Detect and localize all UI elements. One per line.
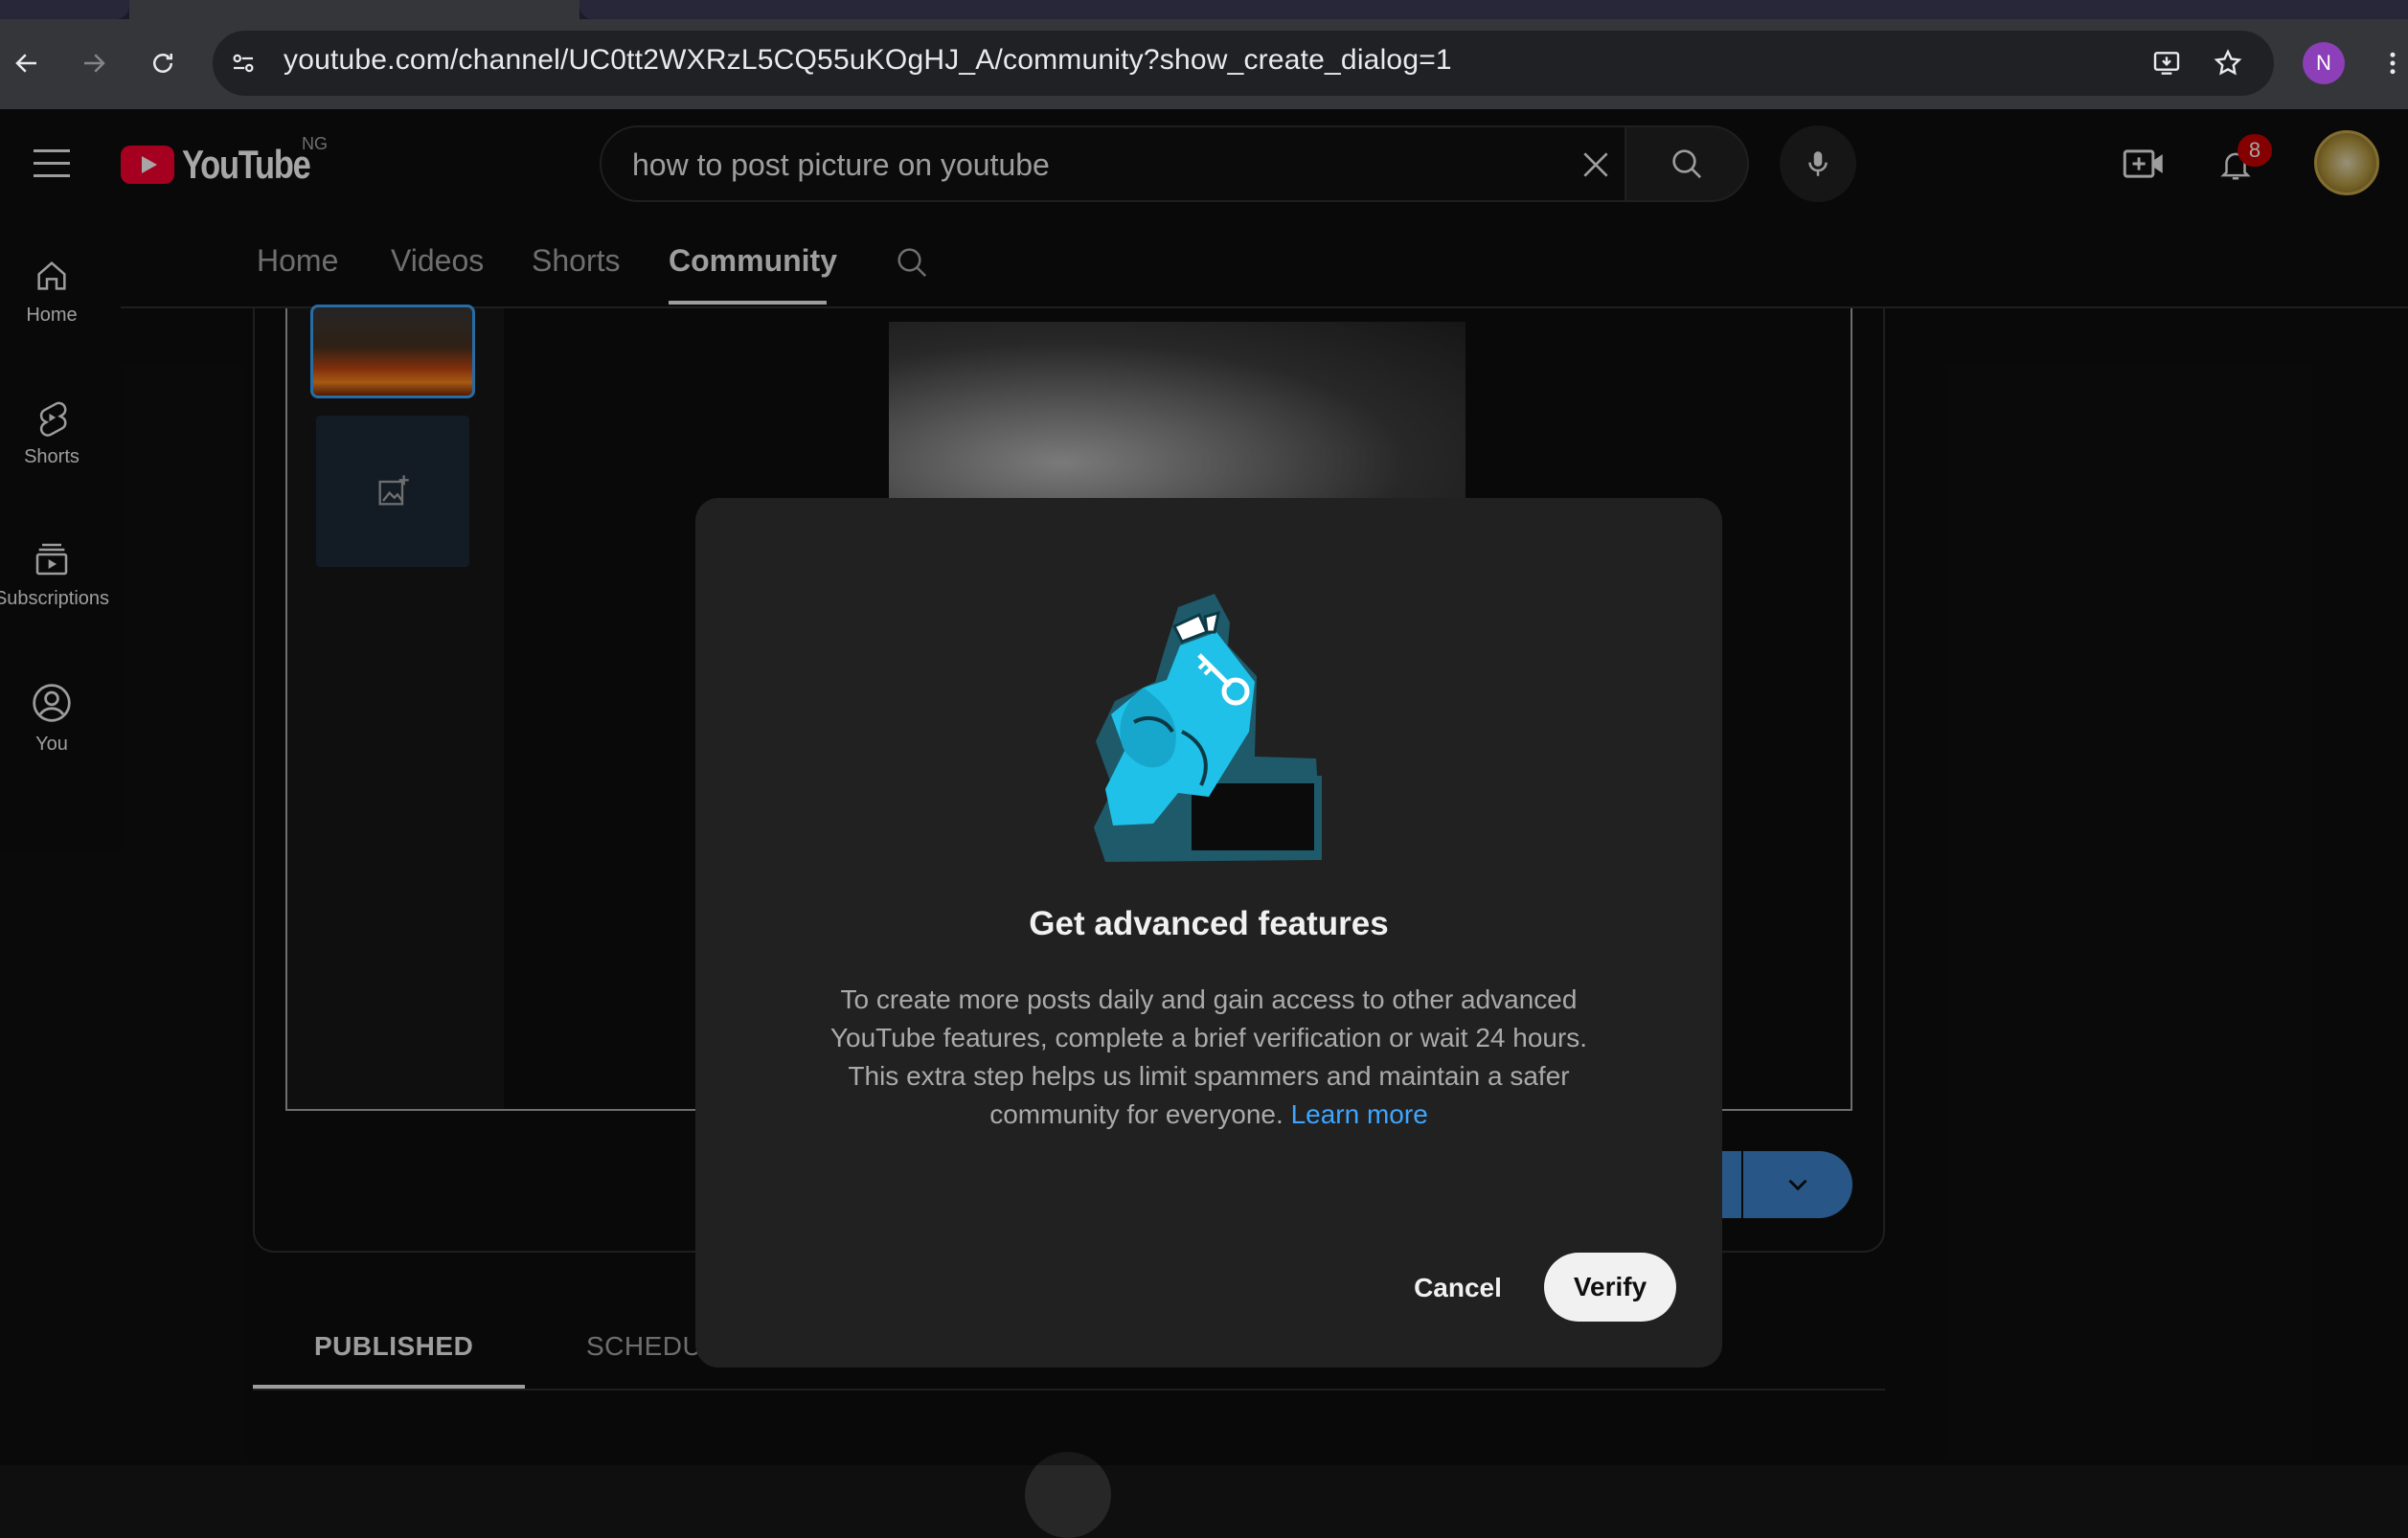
site-info-button[interactable] — [220, 40, 266, 86]
install-app-button[interactable] — [2144, 40, 2190, 86]
learn-more-link[interactable]: Learn more — [1291, 1099, 1428, 1129]
forward-button[interactable] — [71, 40, 117, 86]
browser-tab-active[interactable] — [129, 0, 579, 19]
dialog-body: To create more posts daily and gain acce… — [810, 981, 1607, 1134]
dialog-body-text: To create more posts daily and gain acce… — [829, 984, 1588, 1129]
install-icon — [2153, 52, 2180, 75]
browser-tab-strip — [0, 0, 2408, 19]
reload-icon — [153, 54, 172, 73]
verify-button[interactable]: Verify — [1544, 1253, 1676, 1322]
star-icon — [2214, 49, 2242, 76]
arrow-right-icon — [84, 54, 105, 73]
cancel-button[interactable]: Cancel — [1398, 1255, 1517, 1322]
more-vert-icon — [2390, 52, 2396, 75]
dialog-title: Get advanced features — [1029, 905, 1389, 942]
back-button[interactable] — [4, 40, 50, 86]
reload-button[interactable] — [140, 40, 186, 86]
browser-tab[interactable] — [579, 0, 2408, 19]
browser-menu-button[interactable] — [2370, 40, 2408, 86]
url-text[interactable]: youtube.com/channel/UC0tt2WXRzL5CQ55uKOg… — [284, 44, 1452, 77]
arrow-left-icon — [15, 54, 36, 73]
browser-tab[interactable] — [0, 0, 129, 19]
browser-profile-avatar[interactable]: N — [2303, 42, 2345, 84]
bookmark-button[interactable] — [2205, 40, 2251, 86]
key-character-illustration — [1094, 594, 1322, 862]
tune-icon — [233, 54, 254, 73]
